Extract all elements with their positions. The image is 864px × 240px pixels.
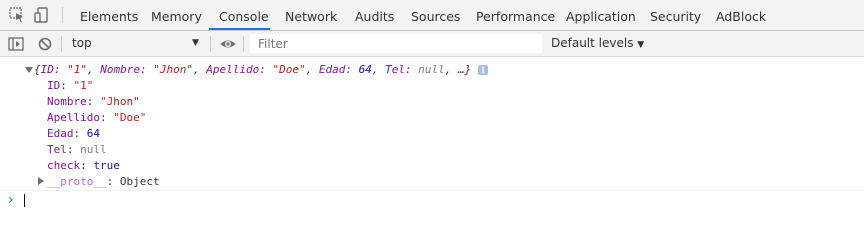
- colon: :: [106, 175, 120, 188]
- tab-security[interactable]: Security: [650, 0, 701, 30]
- property-row: ID: "1": [47, 78, 93, 93]
- active-tab-indicator: [209, 28, 270, 30]
- summary-value: null: [418, 63, 445, 76]
- summary-value: "Doe": [272, 63, 306, 76]
- toolbar-separator: [62, 7, 63, 23]
- tab-audits[interactable]: Audits: [355, 0, 394, 30]
- separator: ,: [192, 63, 207, 76]
- colon: :: [80, 159, 94, 172]
- info-icon[interactable]: i: [478, 65, 488, 75]
- proto-key: __proto__: [47, 175, 107, 188]
- property-key: Apellido: [47, 111, 100, 124]
- prompt-chevron-icon: ›: [8, 192, 14, 208]
- summary-key: Edad:: [318, 63, 359, 76]
- dropdown-arrow-icon: ▼: [637, 40, 645, 50]
- brace: , …}: [444, 63, 472, 76]
- proto-value: Object: [119, 175, 160, 188]
- property-value: 64: [86, 127, 100, 140]
- separator: ,: [87, 63, 101, 76]
- proto-row[interactable]: __proto__: Object: [47, 174, 160, 189]
- brace: {: [34, 63, 41, 76]
- toolbar-separator: [210, 36, 211, 52]
- property-row: Nombre: "Jhon": [47, 94, 140, 109]
- dropdown-arrow-icon: ▼: [192, 38, 199, 48]
- summary-key: Tel:: [385, 63, 419, 76]
- console-input-caret[interactable]: [24, 194, 25, 207]
- tab-console[interactable]: Console: [219, 0, 269, 30]
- property-key: Nombre: [47, 95, 87, 108]
- colon: :: [86, 95, 100, 108]
- sidebar-toggle-icon[interactable]: [7, 35, 25, 53]
- context-selector[interactable]: top ▼: [64, 34, 206, 53]
- tab-elements[interactable]: Elements: [80, 0, 138, 30]
- tab-adblock[interactable]: AdBlock: [716, 0, 766, 30]
- property-value: "Doe": [113, 111, 147, 124]
- tab-performance[interactable]: Performance: [476, 0, 555, 30]
- tab-memory[interactable]: Memory: [151, 0, 202, 30]
- property-key: Tel: [47, 143, 67, 156]
- tab-sources[interactable]: Sources: [411, 0, 460, 30]
- colon: :: [73, 127, 87, 140]
- inspect-element-icon[interactable]: [8, 6, 26, 24]
- context-selector-value: top: [72, 36, 92, 50]
- summary-key: Nombre:: [100, 63, 154, 76]
- property-key: Edad: [47, 127, 74, 140]
- colon: :: [66, 143, 81, 156]
- colon: :: [60, 79, 74, 92]
- property-value: null: [80, 143, 107, 156]
- property-row: check: true: [47, 158, 120, 173]
- log-levels-dropdown[interactable]: Default levels ▼: [551, 34, 644, 53]
- device-toolbar-icon[interactable]: [33, 6, 51, 24]
- property-row: Apellido: "Doe": [47, 110, 146, 125]
- summary-key: ID:: [40, 63, 68, 76]
- expand-triangle-icon[interactable]: [38, 177, 44, 185]
- toolbar-separator: [243, 36, 244, 52]
- property-row: Edad: 64: [47, 126, 100, 141]
- property-value: true: [93, 159, 120, 172]
- summary-key: Apellido:: [206, 63, 273, 76]
- object-summary[interactable]: {ID: "1", Nombre: "Jhon", Apellido: "Doe…: [34, 62, 471, 77]
- console-output: {ID: "1", Nombre: "Jhon", Apellido: "Doe…: [0, 57, 864, 210]
- property-value: "1": [73, 79, 94, 92]
- eye-icon[interactable]: [219, 35, 237, 53]
- filter-input[interactable]: [250, 34, 542, 53]
- separator: ,: [371, 63, 386, 76]
- tab-application[interactable]: Application: [566, 0, 636, 30]
- property-row: Tel: null: [47, 142, 107, 157]
- console-toolbar: top ▼ Default levels ▼: [0, 31, 864, 57]
- separator: ,: [305, 63, 319, 76]
- tab-network[interactable]: Network: [285, 0, 337, 30]
- property-key: ID: [47, 79, 61, 92]
- log-levels-label: Default levels: [551, 36, 634, 50]
- toolbar-separator: [61, 36, 62, 52]
- console-divider: [0, 190, 864, 191]
- summary-value: "Jhon": [153, 63, 193, 76]
- colon: :: [99, 111, 114, 124]
- summary-value: 64: [358, 63, 372, 76]
- property-key: check: [47, 159, 81, 172]
- summary-value: "1": [67, 63, 87, 76]
- clear-console-icon[interactable]: [36, 35, 54, 53]
- devtools-tab-bar: Elements Memory Console Network Audits S…: [0, 0, 864, 31]
- property-value: "Jhon": [100, 95, 140, 108]
- expand-triangle-icon[interactable]: [25, 67, 33, 73]
